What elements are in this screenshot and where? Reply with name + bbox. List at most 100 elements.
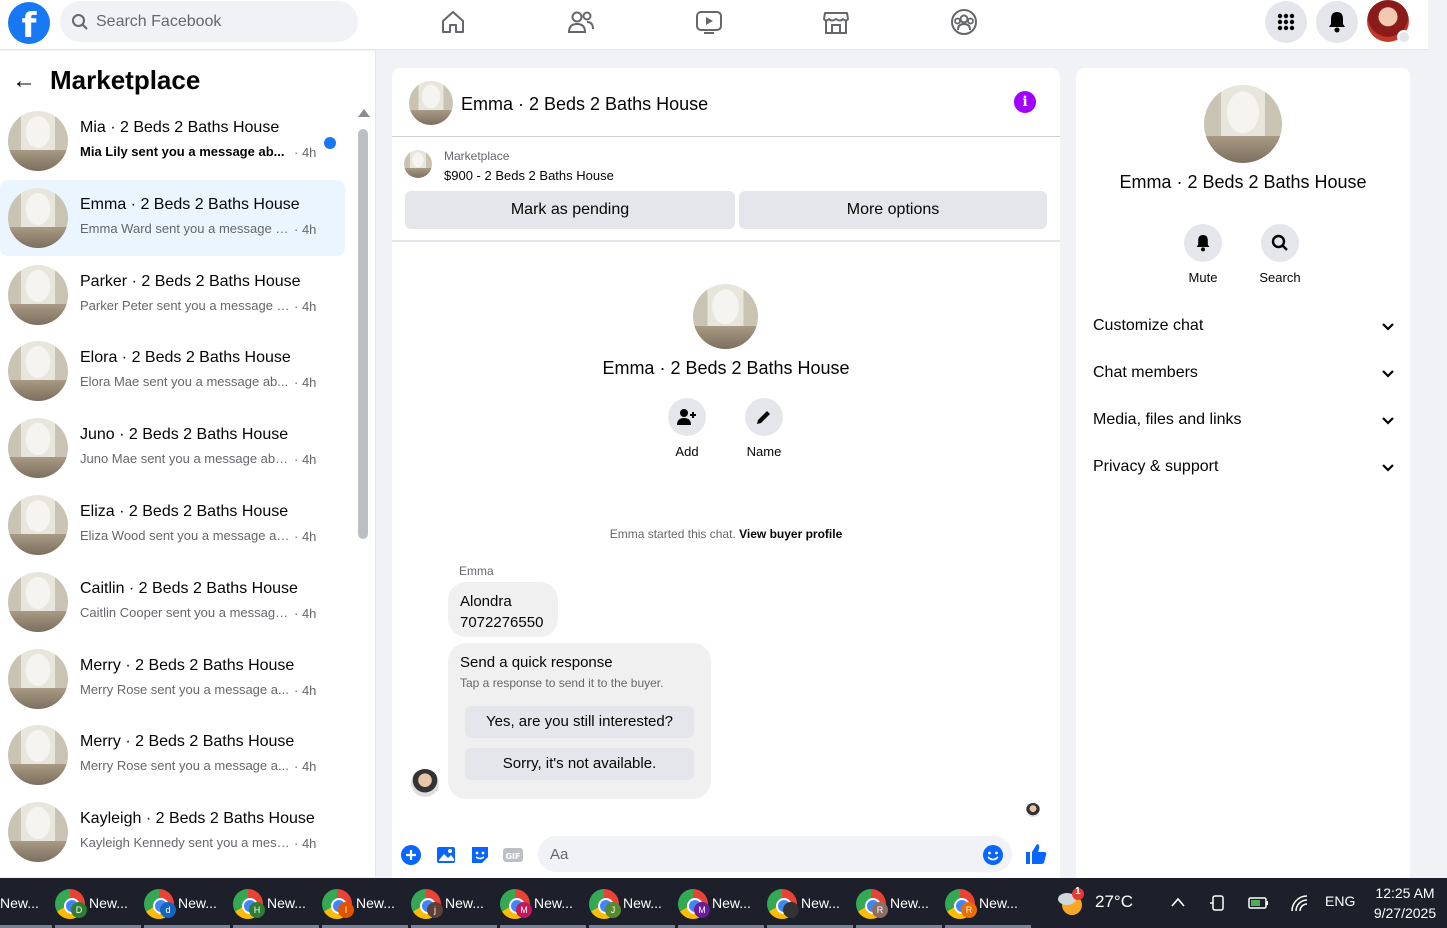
profile-badge: M [516, 902, 532, 918]
name-chat-button[interactable]: Name [724, 398, 804, 459]
gif-icon[interactable]: GIF [502, 844, 524, 866]
sticker-icon[interactable] [469, 844, 491, 866]
conversation-preview: Mia Lily sent you a message ab... [80, 144, 285, 159]
profile-avatar[interactable] [1367, 0, 1411, 44]
conversation-item[interactable]: Juno · 2 Beds 2 Baths House Juno Mae sent… [0, 410, 345, 486]
view-buyer-profile-link[interactable]: View buyer profile [739, 527, 842, 541]
mute-label: Mute [1188, 270, 1218, 285]
taskbar-chrome-window[interactable]: M New... [678, 878, 764, 928]
mute-button[interactable]: Mute [1163, 224, 1243, 285]
accordion-privacy-support[interactable]: Privacy & support [1093, 453, 1395, 483]
conversation-item[interactable]: Merry · 2 Beds 2 Baths House Merry Rose s… [0, 641, 345, 717]
conversation-item[interactable]: Merry · 2 Beds 2 Baths House Merry Rose s… [0, 717, 345, 793]
language-indicator[interactable]: ENG [1325, 893, 1355, 909]
thumbs-up-icon[interactable] [1024, 842, 1048, 866]
conversation-item[interactable]: Eliza · 2 Beds 2 Baths House Eliza Wood s… [0, 487, 345, 563]
clock[interactable]: 12:25 AM 9/27/2025 [1366, 883, 1444, 923]
conversation-item[interactable]: Parker · 2 Beds 2 Baths House Parker Pete… [0, 257, 345, 333]
search-chat-button[interactable]: Search [1240, 224, 1320, 285]
taskbar-chrome-window[interactable]: j New... [411, 878, 497, 928]
chevron-up-icon[interactable] [1170, 896, 1186, 908]
taskbar-chrome-window[interactable]: d New... [144, 878, 230, 928]
conversation-thumbnail [8, 802, 68, 863]
panel-title: Marketplace [50, 65, 201, 95]
emoji-icon[interactable] [982, 844, 1004, 866]
wifi-icon[interactable] [1290, 894, 1308, 912]
taskbar-label: New... [801, 895, 840, 911]
plus-icon[interactable] [400, 844, 422, 866]
listing-item[interactable]: $900 - 2 Beds 2 Baths House [444, 168, 614, 183]
conversation-thumbnail [8, 341, 68, 402]
home-icon[interactable] [436, 5, 470, 39]
weather-icon[interactable]: 1 [1056, 886, 1086, 917]
taskbar-chrome-window[interactable]: R New... [945, 878, 1031, 928]
friends-icon[interactable] [564, 5, 598, 39]
facebook-logo[interactable]: f [8, 2, 50, 44]
taskbar-chrome-window[interactable]: M New... [500, 878, 586, 928]
taskbar-chrome-window[interactable]: J New... [589, 878, 675, 928]
taskbar-chrome-window[interactable]: D New... [55, 878, 141, 928]
scroll-up-arrow-icon[interactable] [358, 109, 370, 117]
clock-date: 9/27/2025 [1373, 905, 1437, 921]
taskbar-chrome-window[interactable]: I New... [322, 878, 408, 928]
mark-as-pending-button[interactable]: Mark as pending [405, 191, 735, 229]
scrollbar[interactable] [357, 109, 370, 869]
accordion-media-files-links[interactable]: Media, files and links [1093, 406, 1395, 436]
chat-started-text: Emma started this chat. [609, 527, 736, 541]
profile-badge: R [872, 902, 888, 918]
taskbar-label: New... [356, 895, 395, 911]
conversation-preview: Parker Peter sent you a message a... [80, 297, 290, 313]
accordion-customize-chat[interactable]: Customize chat [1093, 312, 1395, 342]
conversation-item[interactable]: Emma · 2 Beds 2 Baths House Emma Ward sen… [0, 179, 345, 256]
more-options-button[interactable]: More options [739, 191, 1047, 229]
temperature[interactable]: 27°C [1095, 892, 1133, 912]
chat-title[interactable]: Emma · 2 Beds 2 Baths House [461, 94, 708, 115]
back-arrow-icon[interactable]: ← [12, 67, 36, 95]
accordion-chat-members[interactable]: Chat members [1093, 359, 1395, 389]
search-input[interactable] [96, 1, 346, 42]
conversation-item[interactable]: Kayleigh · 2 Beds 2 Baths House Kayleigh … [0, 794, 345, 870]
profile-badge: M [694, 902, 710, 918]
taskbar-chrome-window[interactable]: R New... [856, 878, 942, 928]
photo-icon[interactable] [435, 844, 457, 866]
message-line: 7072276550 [460, 614, 544, 631]
conversation-time: · 4h [294, 529, 317, 544]
seen-indicator-avatar [1026, 803, 1040, 817]
bell-icon[interactable] [1316, 1, 1358, 43]
quick-response-option[interactable]: Sorry, it's not available. [465, 748, 694, 780]
taskbar-chrome-window[interactable]: New... [0, 878, 52, 928]
taskbar-chrome-window[interactable]: New... [767, 878, 853, 928]
chat-header: Emma · 2 Beds 2 Baths House i [392, 68, 1060, 137]
scrollbar-thumb[interactable] [358, 129, 368, 539]
conversation-title: Mia · 2 Beds 2 Baths House [80, 119, 280, 136]
quick-response-option[interactable]: Yes, are you still interested? [465, 706, 694, 738]
profile-badge [783, 902, 799, 918]
conversation-time: · 4h [294, 221, 317, 237]
message-bubble[interactable]: Alondra 7072276550 [448, 582, 558, 637]
marketplace-icon[interactable] [819, 5, 853, 39]
device-icon[interactable] [1210, 894, 1226, 912]
chat-avatar[interactable] [409, 81, 453, 125]
chevron-down-icon [1382, 370, 1394, 378]
battery-icon[interactable] [1248, 896, 1270, 910]
conversation-item[interactable]: Elora · 2 Beds 2 Baths House Elora Mae se… [0, 333, 345, 409]
message-input[interactable] [538, 836, 1012, 872]
video-icon[interactable] [692, 5, 726, 39]
conversation-item[interactable]: Mia · 2 Beds 2 Baths House Mia Lily sent … [0, 103, 345, 179]
search-box[interactable] [60, 1, 358, 42]
conversation-item[interactable]: Caitlin · 2 Beds 2 Baths House Caitlin Co… [0, 564, 345, 640]
chat-profile-avatar [693, 284, 758, 349]
info-icon[interactable]: i [1014, 91, 1036, 113]
chat-profile-name: Emma · 2 Beds 2 Baths House [602, 358, 850, 378]
listing-thumbnail[interactable] [404, 150, 432, 178]
chevron-down-icon [1397, 30, 1411, 44]
conversation-title: Juno · 2 Beds 2 Baths House [80, 426, 289, 444]
clock-time: 12:25 AM [1375, 885, 1435, 901]
add-people-button[interactable]: Add [647, 398, 727, 459]
menu-grid-icon[interactable] [1265, 1, 1307, 43]
chevron-down-icon [1382, 464, 1394, 472]
bell-icon [1184, 224, 1222, 262]
conversation-title: Merry · 2 Beds 2 Baths House [80, 656, 295, 674]
taskbar-chrome-window[interactable]: H New... [233, 878, 319, 928]
groups-icon[interactable] [947, 5, 981, 39]
